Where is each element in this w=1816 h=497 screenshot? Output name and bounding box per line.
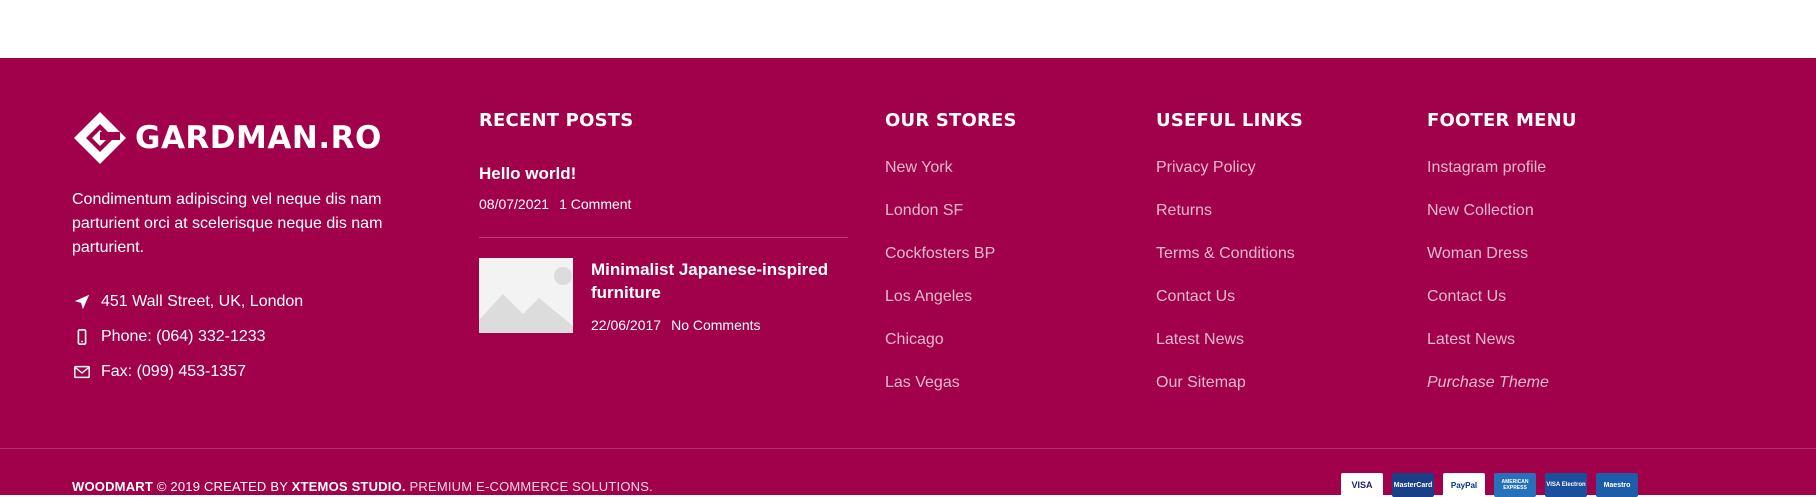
copyright-studio-link[interactable]: XTEMOS STUDIO.: [292, 479, 406, 494]
post-title-link[interactable]: Minimalist Japanese-inspired furniture: [591, 258, 846, 304]
useful-links-list: Privacy Policy Returns Terms & Condition…: [1156, 159, 1295, 417]
our-stores-list: New York London SF Cockfosters BP Los An…: [885, 159, 995, 417]
visa-electron-card-icon: VISA Electron: [1545, 473, 1587, 497]
link-privacy-policy[interactable]: Privacy Policy: [1156, 159, 1295, 202]
contact-phone-text: Phone: (064) 332-1233: [101, 328, 266, 345]
image-placeholder-icon: [479, 258, 573, 333]
post-comments-link[interactable]: No Comments: [671, 317, 760, 333]
footer-menu-heading: FOOTER MENU: [1427, 110, 1577, 131]
our-stores-heading: OUR STORES: [885, 110, 1017, 131]
footer-menu-list: Instagram profile New Collection Woman D…: [1427, 159, 1549, 417]
location-arrow-icon: [72, 292, 92, 312]
store-link-cockfosters-bp[interactable]: Cockfosters BP: [885, 245, 995, 288]
site-footer: GARDMAN.RO Condimentum adipiscing vel ne…: [0, 58, 1816, 497]
link-our-sitemap[interactable]: Our Sitemap: [1156, 374, 1295, 417]
menu-link-instagram-profile[interactable]: Instagram profile: [1427, 159, 1549, 202]
logo-icon: [74, 112, 126, 164]
post-date: 08/07/2021: [479, 196, 550, 212]
contact-fax-text: Fax: (099) 453-1357: [101, 363, 246, 380]
post-divider: [479, 237, 848, 238]
maestro-card-icon: Maestro: [1596, 473, 1638, 497]
payment-cards: VISA MasterCard PayPal AMERICAN EXPRESS …: [1341, 473, 1647, 497]
copyright-brand-link[interactable]: WOODMART: [72, 479, 153, 494]
contact-phone: Phone: (064) 332-1233: [72, 327, 266, 347]
contact-fax: Fax: (099) 453-1357: [72, 362, 246, 382]
link-contact-us[interactable]: Contact Us: [1156, 288, 1295, 331]
post-date: 22/06/2017: [591, 317, 662, 333]
amex-card-icon: AMERICAN EXPRESS: [1494, 473, 1536, 497]
copyright-year: 2019 CREATED BY: [166, 479, 292, 494]
mastercard-card-icon: MasterCard: [1392, 473, 1434, 497]
paypal-card-icon: PayPal: [1443, 473, 1485, 497]
link-returns[interactable]: Returns: [1156, 202, 1295, 245]
phone-icon: [72, 327, 92, 347]
footer-logo[interactable]: GARDMAN.RO: [72, 108, 382, 168]
copyright-symbol: ©: [156, 479, 167, 494]
post-title-link[interactable]: Hello world!: [479, 162, 576, 185]
visa-card-icon: VISA: [1341, 473, 1383, 497]
recent-posts-heading: RECENT POSTS: [479, 110, 634, 131]
contact-address: 451 Wall Street, UK, London: [72, 292, 303, 312]
footer-bottom-divider: [0, 448, 1816, 449]
copyright-text: WOODMART © 2019 CREATED BY XTEMOS STUDIO…: [72, 479, 653, 494]
post-comments-link[interactable]: 1 Comment: [559, 196, 631, 212]
store-link-new-york[interactable]: New York: [885, 159, 995, 202]
store-link-los-angeles[interactable]: Los Angeles: [885, 288, 995, 331]
logo-text: GARDMAN.RO: [135, 120, 382, 156]
post-thumbnail[interactable]: [479, 258, 573, 333]
menu-link-contact-us[interactable]: Contact Us: [1427, 288, 1549, 331]
store-link-las-vegas[interactable]: Las Vegas: [885, 374, 995, 417]
useful-links-heading: USEFUL LINKS: [1156, 110, 1304, 131]
menu-link-new-collection[interactable]: New Collection: [1427, 202, 1549, 245]
store-link-london-sf[interactable]: London SF: [885, 202, 995, 245]
store-link-chicago[interactable]: Chicago: [885, 331, 995, 374]
footer-description: Condimentum adipiscing vel neque dis nam…: [72, 191, 383, 256]
copyright-tagline: PREMIUM E-COMMERCE SOLUTIONS.: [405, 479, 653, 494]
menu-link-latest-news[interactable]: Latest News: [1427, 331, 1549, 374]
link-latest-news[interactable]: Latest News: [1156, 331, 1295, 374]
post-meta: 08/07/2021 1 Comment: [479, 196, 641, 212]
contact-address-text: 451 Wall Street, UK, London: [101, 293, 304, 310]
page-top-area: [0, 0, 1816, 58]
menu-link-woman-dress[interactable]: Woman Dress: [1427, 245, 1549, 288]
menu-link-purchase-theme[interactable]: Purchase Theme: [1427, 374, 1549, 417]
link-terms-conditions[interactable]: Terms & Conditions: [1156, 245, 1295, 288]
envelope-icon: [72, 362, 92, 382]
post-meta: 22/06/2017 No Comments: [591, 317, 771, 333]
